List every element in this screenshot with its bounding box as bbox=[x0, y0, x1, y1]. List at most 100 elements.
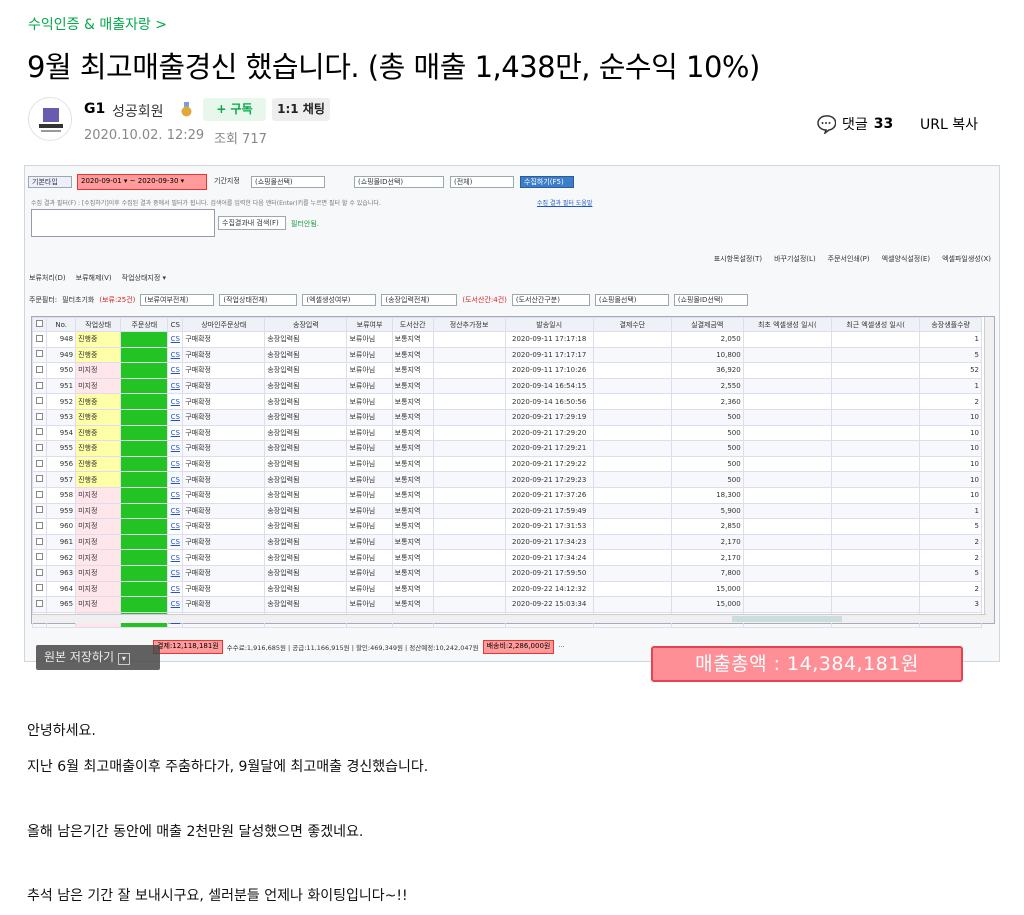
mall-id-filter-select[interactable]: (쇼핑몰ID선택) bbox=[673, 294, 748, 306]
column-header[interactable]: 정산추가정보 bbox=[432, 317, 506, 332]
category-breadcrumb[interactable]: 수익인증 & 매출자랑 > bbox=[28, 14, 167, 34]
table-cell[interactable]: CS bbox=[167, 486, 184, 504]
subscribe-button[interactable]: + 구독 bbox=[203, 98, 266, 121]
checkbox-icon[interactable] bbox=[36, 537, 44, 545]
row-checkbox[interactable] bbox=[31, 408, 48, 426]
row-checkbox[interactable] bbox=[31, 393, 48, 410]
row-checkbox[interactable] bbox=[31, 564, 48, 582]
column-header[interactable] bbox=[31, 317, 48, 332]
checkbox-icon[interactable] bbox=[36, 506, 44, 514]
row-checkbox[interactable] bbox=[31, 362, 48, 379]
date-range-picker[interactable]: 2020-09-01 ▾ ~ 2020-09-30 ▾ bbox=[77, 174, 207, 190]
checkbox-icon[interactable] bbox=[36, 428, 44, 436]
work-filter-select[interactable]: (작업상태전체) bbox=[219, 294, 298, 306]
excel-filter-select[interactable]: (엑셀생성여부) bbox=[302, 294, 377, 306]
checkbox-icon[interactable] bbox=[36, 443, 44, 451]
table-row[interactable]: 949 진행중 CS 구매확정 송장입력됨 보류아님 보통지역 2020-09-11 17:1… bbox=[31, 346, 982, 364]
table-cell[interactable]: CS bbox=[167, 346, 184, 364]
table-cell[interactable]: CS bbox=[167, 377, 184, 395]
row-checkbox[interactable] bbox=[31, 424, 48, 442]
checkbox-icon[interactable] bbox=[36, 334, 44, 342]
checkbox-icon[interactable] bbox=[36, 350, 44, 358]
table-row[interactable]: 948 진행중 CS 구매확정 송장입력됨 보류아님 보통지역 2020-09-11 17:1… bbox=[31, 331, 982, 348]
search-in-results-button[interactable]: 수집결과내 검색(F) bbox=[218, 216, 286, 230]
column-header[interactable]: 작업상태 bbox=[75, 317, 122, 332]
table-cell[interactable]: CS bbox=[167, 440, 184, 457]
filter-reset-button[interactable]: 필터초기화 bbox=[62, 295, 94, 305]
column-header[interactable]: 송장입력 bbox=[264, 317, 348, 332]
collect-button[interactable]: 수집하기(F5) bbox=[520, 176, 574, 188]
column-header[interactable]: 결제수단 bbox=[592, 317, 672, 332]
checkbox-icon[interactable] bbox=[36, 599, 44, 607]
column-header[interactable]: 송장생플수량 bbox=[919, 317, 982, 332]
mall-filter-select[interactable]: (쇼핑몰선택) bbox=[594, 294, 669, 306]
table-row[interactable]: 962 미지정 CS 구매확정 송장입력됨 보류아님 보통지역 2020-09-21 17:3… bbox=[31, 549, 982, 566]
table-cell[interactable]: CS bbox=[167, 424, 184, 442]
row-checkbox[interactable] bbox=[31, 518, 48, 535]
column-header[interactable]: CS bbox=[167, 317, 184, 332]
table-row[interactable]: 958 미지정 CS 구매확정 송장입력됨 보류아님 보통지역 2020-09-21 17:3… bbox=[31, 486, 982, 504]
table-row[interactable]: 955 진행중 CS 구매확정 송장입력됨 보류아님 보통지역 2020-09-21 17:2… bbox=[31, 440, 982, 457]
checkbox-icon[interactable] bbox=[36, 584, 44, 592]
checkbox-icon[interactable] bbox=[36, 381, 44, 389]
column-header[interactable]: 최근 엑셀생성 일시( bbox=[830, 317, 921, 332]
row-checkbox[interactable] bbox=[31, 549, 48, 566]
table-row[interactable]: 957 진행중 CS 구매확정 송장입력됨 보류아님 보통지역 2020-09-21 17:2… bbox=[31, 471, 982, 488]
table-cell[interactable]: CS bbox=[167, 549, 184, 566]
column-header[interactable]: 주문상태 bbox=[120, 317, 169, 332]
table-row[interactable]: 961 미지정 CS 구매확정 송장입력됨 보류아님 보통지역 2020-09-21 17:3… bbox=[31, 533, 982, 551]
vertical-scrollbar[interactable] bbox=[984, 317, 994, 623]
checkbox-icon[interactable] bbox=[36, 412, 44, 420]
table-row[interactable]: 953 진행중 CS 구매확정 송장입력됨 보류아님 보통지역 2020-09-21 17:2… bbox=[31, 408, 982, 426]
row-checkbox[interactable] bbox=[31, 440, 48, 457]
footer-more[interactable]: ··· bbox=[558, 643, 564, 651]
table-cell[interactable]: CS bbox=[167, 362, 184, 379]
row-checkbox[interactable] bbox=[31, 486, 48, 504]
author-name[interactable]: G1 bbox=[84, 101, 105, 117]
table-cell[interactable]: CS bbox=[167, 564, 184, 582]
table-row[interactable]: 956 진행중 CS 구매확정 송장입력됨 보류아님 보통지역 2020-09-21 17:2… bbox=[31, 455, 982, 473]
table-row[interactable]: 950 미지정 CS 구매확정 송장입력됨 보류아님 보통지역 2020-09-11 17:1… bbox=[31, 362, 982, 379]
row-checkbox[interactable] bbox=[31, 331, 48, 348]
table-cell[interactable]: CS bbox=[167, 518, 184, 535]
base-type-tab[interactable]: 기본타입 bbox=[28, 176, 72, 188]
checkbox-icon[interactable] bbox=[36, 365, 44, 373]
all-select[interactable]: (전체) bbox=[450, 176, 514, 188]
row-checkbox[interactable] bbox=[31, 533, 48, 551]
scrollbar-thumb[interactable] bbox=[732, 616, 842, 622]
table-cell[interactable]: CS bbox=[167, 331, 184, 348]
author-avatar[interactable] bbox=[28, 97, 72, 141]
table-row[interactable]: 965 미지정 CS 구매확정 송장입력됨 보류아님 보통지역 2020-09-22 15:0… bbox=[31, 596, 982, 613]
invoice-filter-select[interactable]: (송장입력전체) bbox=[381, 294, 458, 306]
column-header[interactable]: 발송일시 bbox=[504, 317, 594, 332]
print-order-button[interactable]: 주문서인쇄(P) bbox=[828, 254, 870, 264]
hold-process-button[interactable]: 보류처리(D) bbox=[29, 273, 66, 283]
column-header[interactable]: 도서산간 bbox=[391, 317, 434, 332]
checkbox-icon[interactable] bbox=[36, 475, 44, 483]
display-columns-button[interactable]: 표시항목설정(T) bbox=[714, 254, 762, 264]
checkbox-icon[interactable] bbox=[36, 459, 44, 467]
column-header[interactable]: No. bbox=[46, 317, 77, 332]
island-select[interactable]: (도서산간구분) bbox=[511, 294, 590, 306]
table-row[interactable]: 951 미지정 CS 구매확정 송장입력됨 보류아님 보통지역 2020-09-14 16:5… bbox=[31, 377, 982, 395]
comment-button[interactable]: 댓글 33 bbox=[816, 114, 893, 134]
excel-create-button[interactable]: 엑셀파일생성(X) bbox=[942, 254, 991, 264]
url-copy-button[interactable]: URL 복사 bbox=[920, 114, 978, 134]
checkbox-icon[interactable] bbox=[36, 568, 44, 576]
table-cell[interactable]: CS bbox=[167, 580, 184, 598]
table-cell[interactable]: CS bbox=[167, 455, 184, 473]
chat-button[interactable]: 1:1 채팅 bbox=[272, 98, 330, 121]
hold-filter-select[interactable]: (보류여부전체) bbox=[140, 294, 215, 306]
mall-select[interactable]: (쇼핑몰선택) bbox=[251, 176, 325, 188]
checkbox-icon[interactable] bbox=[36, 521, 44, 529]
row-checkbox[interactable] bbox=[31, 471, 48, 488]
table-row[interactable]: 952 진행중 CS 구매확정 송장입력됨 보류아님 보통지역 2020-09-14 16:5… bbox=[31, 393, 982, 410]
row-checkbox[interactable] bbox=[31, 502, 48, 520]
table-cell[interactable]: CS bbox=[167, 471, 184, 488]
work-status-button[interactable]: 작업상태지정 ▾ bbox=[122, 273, 166, 283]
row-checkbox[interactable] bbox=[31, 377, 48, 395]
column-header[interactable]: 상마인주문상태 bbox=[182, 317, 266, 332]
checkbox-icon[interactable] bbox=[36, 397, 44, 405]
table-cell[interactable]: CS bbox=[167, 596, 184, 613]
row-checkbox[interactable] bbox=[31, 455, 48, 473]
